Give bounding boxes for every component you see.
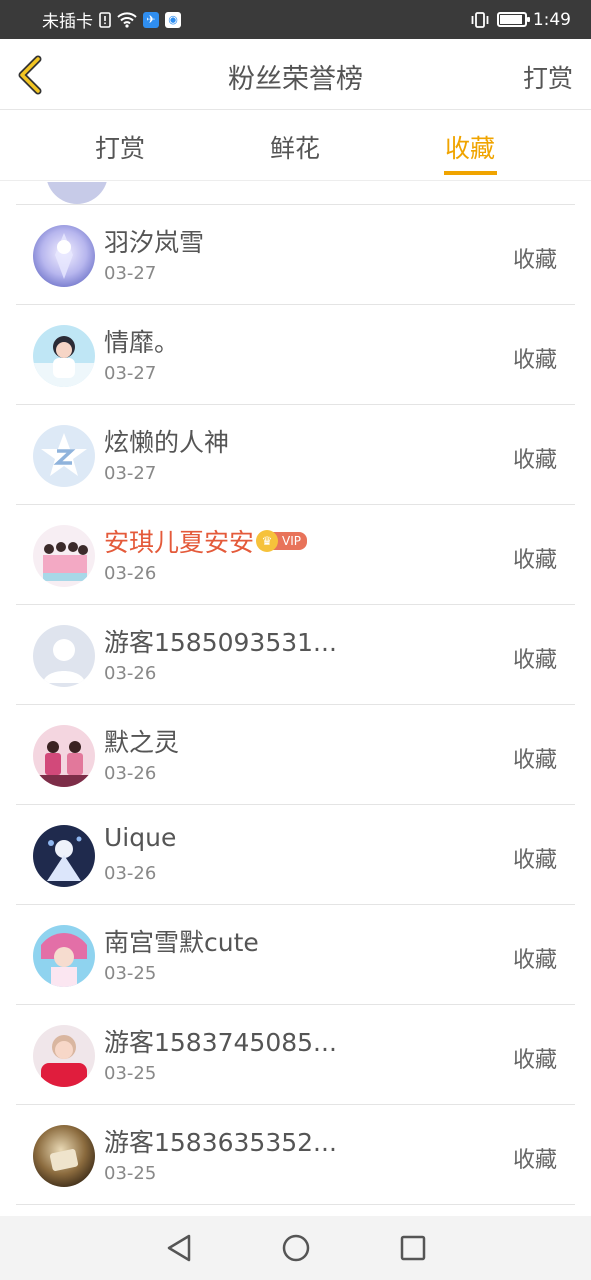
battery-icon <box>496 12 530 27</box>
wifi-icon <box>117 11 137 28</box>
nav-home-button[interactable] <box>276 1228 316 1268</box>
user-name: 炫懒的人神 <box>104 428 230 457</box>
user-name: Uique <box>104 823 177 852</box>
list-date: 03-27 <box>104 463 157 484</box>
user-name: 羽汐岚雪 <box>104 228 205 257</box>
vibrate-icon <box>469 11 491 29</box>
tab-active-indicator <box>444 171 497 175</box>
user-name-vip: 安琪儿夏安安 ♛ VIP <box>104 523 307 559</box>
action-label: 收藏 <box>512 748 557 773</box>
avatar <box>33 1125 95 1187</box>
list-date: 03-26 <box>104 863 157 884</box>
list-date: 03-26 <box>104 563 157 584</box>
avatar <box>46 182 108 204</box>
action-label: 收藏 <box>512 848 557 873</box>
list-date: 03-25 <box>104 963 157 984</box>
nav-back-button[interactable] <box>159 1228 199 1268</box>
list-item[interactable]: 游客1585093531... 03-26 收藏 <box>16 605 575 705</box>
reward-button[interactable]: 打赏 <box>523 59 573 95</box>
tab-favorites[interactable]: 收藏 <box>420 129 520 165</box>
action-label: 收藏 <box>512 1148 557 1173</box>
tab-flowers[interactable]: 鲜花 <box>245 129 345 165</box>
list-date: 03-25 <box>104 1063 157 1084</box>
list-item[interactable]: 游客1583745085... 03-25 收藏 <box>16 1005 575 1105</box>
avatar <box>33 825 95 887</box>
list-item[interactable]: 安琪儿夏安安 ♛ VIP 03-26 收藏 <box>16 505 575 605</box>
avatar <box>33 725 95 787</box>
user-name: 游客1583745085... <box>104 1028 337 1057</box>
action-label: 收藏 <box>512 448 557 473</box>
crown-icon: ♛ <box>256 530 279 552</box>
user-name: 游客1583635352... <box>104 1128 337 1157</box>
action-label: 收藏 <box>512 548 557 573</box>
clock-text: 1:49 <box>532 9 571 30</box>
action-label: 收藏 <box>512 248 557 273</box>
browser-notification-icon: ◉ <box>165 11 181 28</box>
list-item[interactable]: 情靡。 03-27 收藏 <box>16 305 575 405</box>
system-nav-bar <box>0 1216 591 1280</box>
list-date: 03-27 <box>104 363 157 384</box>
avatar <box>33 625 95 687</box>
list-item[interactable]: 羽汐岚雪 03-27 收藏 <box>16 205 575 305</box>
list-item[interactable]: 游客1583635352... 03-25 收藏 <box>16 1105 575 1205</box>
header-bar: 粉丝荣誉榜 打赏 <box>0 39 591 110</box>
avatar <box>33 325 95 387</box>
user-name: 情靡。 <box>104 328 180 357</box>
avatar <box>33 525 95 587</box>
fan-list[interactable]: 羽汐岚雪 03-27 收藏 情靡。 03-27 收藏 炫懒的人神 03-27 收… <box>0 182 591 1216</box>
user-name: 南宫雪默cute <box>104 928 259 957</box>
list-date: 03-27 <box>104 263 157 284</box>
app-notification-icon: ✈ <box>143 11 159 28</box>
carrier-text: 未插卡 <box>42 12 93 32</box>
list-item[interactable]: 炫懒的人神 03-27 收藏 <box>16 405 575 505</box>
sim-alert-icon <box>99 11 111 28</box>
list-item[interactable]: 南宫雪默cute 03-25 收藏 <box>16 905 575 1005</box>
list-date: 03-26 <box>104 663 157 684</box>
recents-square-icon <box>400 1235 425 1261</box>
avatar <box>33 225 95 287</box>
action-label: 收藏 <box>512 348 557 373</box>
chevron-left-icon <box>18 55 42 95</box>
tab-bar: 打赏 鲜花 收藏 <box>0 111 591 181</box>
avatar <box>33 425 95 487</box>
action-label: 收藏 <box>512 648 557 673</box>
list-date: 03-26 <box>104 763 157 784</box>
vip-badge: ♛ VIP <box>256 530 307 552</box>
home-circle-icon <box>282 1234 309 1262</box>
avatar <box>33 1025 95 1087</box>
page-title: 粉丝荣誉榜 <box>228 64 363 95</box>
avatar <box>33 925 95 987</box>
back-triangle-icon <box>167 1234 190 1262</box>
list-item-partial <box>16 182 575 205</box>
user-name: 游客1585093531... <box>104 628 337 657</box>
list-date: 03-25 <box>104 1163 157 1184</box>
user-name: 默之灵 <box>104 728 180 757</box>
back-button[interactable] <box>12 53 52 97</box>
list-item[interactable]: 默之灵 03-26 收藏 <box>16 705 575 805</box>
status-bar: 未插卡 ✈ ◉ 1:49 <box>0 0 591 39</box>
user-name: 安琪儿夏安安 <box>104 528 255 557</box>
action-label: 收藏 <box>512 948 557 973</box>
action-label: 收藏 <box>512 1048 557 1073</box>
tab-reward[interactable]: 打赏 <box>70 129 170 165</box>
nav-recents-button[interactable] <box>393 1228 433 1268</box>
list-item[interactable]: Uique 03-26 收藏 <box>16 805 575 905</box>
